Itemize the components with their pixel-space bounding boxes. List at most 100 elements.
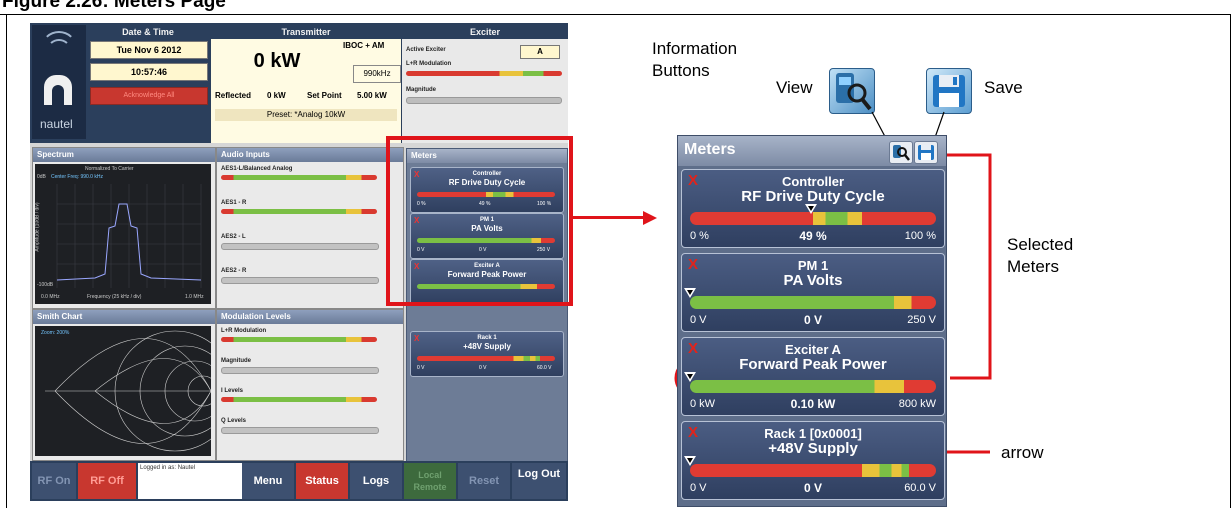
time-field: 10:57:46 xyxy=(90,63,208,81)
meters-highlight-box xyxy=(386,136,573,306)
mod-row-q: Q Levels xyxy=(221,418,381,446)
magnitude-bar xyxy=(406,97,562,104)
info-buttons-annotation: Information Buttons xyxy=(652,39,738,80)
mod-row-magnitude: Magnitude xyxy=(221,358,381,386)
logs-button[interactable]: Logs xyxy=(350,463,402,499)
mod-row-label: I Levels xyxy=(221,388,244,394)
small-meter-line1: Rack 1 xyxy=(477,335,497,341)
login-status: Logged in as: Nautel xyxy=(138,463,242,499)
date-field: Tue Nov 6 2012 xyxy=(90,41,208,59)
exciter-header: Exciter xyxy=(469,27,501,37)
view-button[interactable] xyxy=(889,141,913,164)
mod-row-label: L+R Modulation xyxy=(221,328,267,334)
transmitter-power: 0 kW xyxy=(253,50,301,72)
reset-button[interactable]: Reset xyxy=(458,463,510,499)
save-button[interactable] xyxy=(914,141,938,164)
view-annotation: View xyxy=(776,78,813,97)
audio-level-bar xyxy=(221,243,379,250)
meter-max: 800 kW xyxy=(898,398,936,410)
setpoint-label: Set Point xyxy=(307,91,342,100)
preset-selector[interactable]: Preset: *Analog 10kW xyxy=(215,109,397,121)
arrow-annotation: arrow xyxy=(1001,443,1044,462)
acknowledge-alarms-button[interactable]: Acknowledge All xyxy=(90,87,208,105)
mod-row-label: Magnitude xyxy=(221,358,251,364)
meter-max: 250 V xyxy=(907,314,936,326)
meter-card-48v: X Rack 1 [0x0001] +48V Supply 0 V 0 V 60… xyxy=(681,421,945,500)
signal-wave-icon xyxy=(47,39,71,61)
smith-chart-title: Smith Chart xyxy=(33,310,215,324)
meter-name: RF Drive Duty Cycle xyxy=(741,188,885,205)
brand-name: nautel xyxy=(40,117,73,131)
frame-left-border xyxy=(6,14,7,508)
exciter-panel: Active Exciter A L+R Modulation Magnitud… xyxy=(402,39,568,143)
spectrum-plot: Normalized To Carrier Center Freq: 990.0… xyxy=(35,164,211,304)
spectrum-panel: Spectrum Normalized To Carrier Center Fr… xyxy=(32,147,216,309)
audio-inputs-panel: Audio Inputs AES1-L/Balanced Analog AES1… xyxy=(216,147,404,309)
smith-chart-panel: Smith Chart Zoom: 200% xyxy=(32,309,216,461)
audio-level-bar xyxy=(221,277,379,284)
nautel-logo: nautel xyxy=(32,25,86,139)
floppy-disk-icon xyxy=(918,145,934,160)
transmitter-panel: 0 kW IBOC + AM 990kHz Reflected 0 kW Set… xyxy=(211,39,401,143)
status-button[interactable]: Status xyxy=(296,463,348,499)
meter-pointer-icon xyxy=(684,372,696,382)
meter-bar xyxy=(690,296,936,309)
meter-pointer-icon xyxy=(684,288,696,298)
meters-panel-zoomed: Meters X Controller RF Drive Duty Cycle … xyxy=(677,135,947,507)
menu-button[interactable]: Menu xyxy=(242,463,294,499)
meter-name: PA Volts xyxy=(783,272,843,289)
meter-bar xyxy=(690,464,936,477)
active-exciter-value: A xyxy=(520,45,560,59)
meter-card-pa-volts: X PM 1 PA Volts 0 V 0 V 250 V xyxy=(681,253,945,332)
smith-chart-grid xyxy=(45,330,211,452)
meter-max: 100 % xyxy=(904,230,936,242)
view-meter-info-icon[interactable] xyxy=(829,68,875,114)
audio-level-bar xyxy=(221,209,377,214)
save-annotation: Save xyxy=(984,78,1023,97)
mod-level-bar xyxy=(221,367,379,374)
setpoint-value[interactable]: 5.00 kW xyxy=(357,87,387,105)
meter-source: PM 1 xyxy=(797,258,829,273)
smith-chart-plot: Zoom: 200% xyxy=(35,326,211,456)
transmitter-frequency: 990kHz xyxy=(353,65,401,83)
bottom-button-bar: RF On RF Off Logged in as: Nautel Menu S… xyxy=(30,461,568,501)
lr-modulation-bar xyxy=(406,71,562,76)
magnitude-label: Magnitude xyxy=(406,87,436,93)
audio-level-bar xyxy=(221,175,377,180)
transmitter-mode: IBOC + AM xyxy=(343,41,385,50)
mod-row-lr: L+R Modulation xyxy=(221,328,381,356)
brand-glyph-icon xyxy=(44,75,72,105)
small-meter-bar xyxy=(417,356,555,361)
small-meter-current: 0 V xyxy=(479,365,487,371)
mod-row-label: Q Levels xyxy=(221,418,247,424)
meter-name: +48V Supply xyxy=(768,440,858,457)
audio-row-label: AES2 - L xyxy=(221,234,246,240)
audio-row-aes2-r: AES2 - R xyxy=(221,268,381,296)
reflected-label: Reflected xyxy=(215,91,252,100)
meter-card-forward-peak: X Exciter A Forward Peak Power 0 kW 0.10… xyxy=(681,337,945,416)
audio-row-aes1-l: AES1-L/Balanced Analog xyxy=(221,166,381,194)
meters-title: Meters xyxy=(684,141,736,158)
audio-row-aes2-l: AES2 - L xyxy=(221,234,381,262)
rf-off-button[interactable]: RF Off xyxy=(78,463,136,499)
active-exciter-label: Active Exciter xyxy=(406,47,446,53)
magnifier-icon xyxy=(893,145,910,161)
rf-on-button[interactable]: RF On xyxy=(32,463,76,499)
meter-max: 60.0 V xyxy=(904,482,936,494)
selected-meters-annotation: Selected Meters xyxy=(1007,235,1074,276)
audio-row-label: AES1 - R xyxy=(221,200,247,206)
small-meter-max: 60.0 V xyxy=(537,365,552,371)
meter-card-rf-drive: X Controller RF Drive Duty Cycle 0 % 49 … xyxy=(681,169,945,248)
callout-arrow-head-icon xyxy=(643,211,657,225)
magnifier-icon xyxy=(836,73,872,111)
save-meters-icon[interactable] xyxy=(926,68,972,114)
audio-inputs-title: Audio Inputs xyxy=(217,148,403,162)
meter-pointer-icon xyxy=(804,204,817,214)
figure-title: Figure 2.26: Meters Page xyxy=(2,0,226,12)
mod-row-i: I Levels xyxy=(221,388,381,416)
date-time-header: Date & Time xyxy=(122,27,174,37)
logout-button[interactable]: Log Out xyxy=(512,463,566,499)
local-remote-button[interactable]: Local Remote xyxy=(404,463,456,499)
meter-name: Forward Peak Power xyxy=(739,356,887,373)
meter-current: 0 V xyxy=(803,313,822,327)
